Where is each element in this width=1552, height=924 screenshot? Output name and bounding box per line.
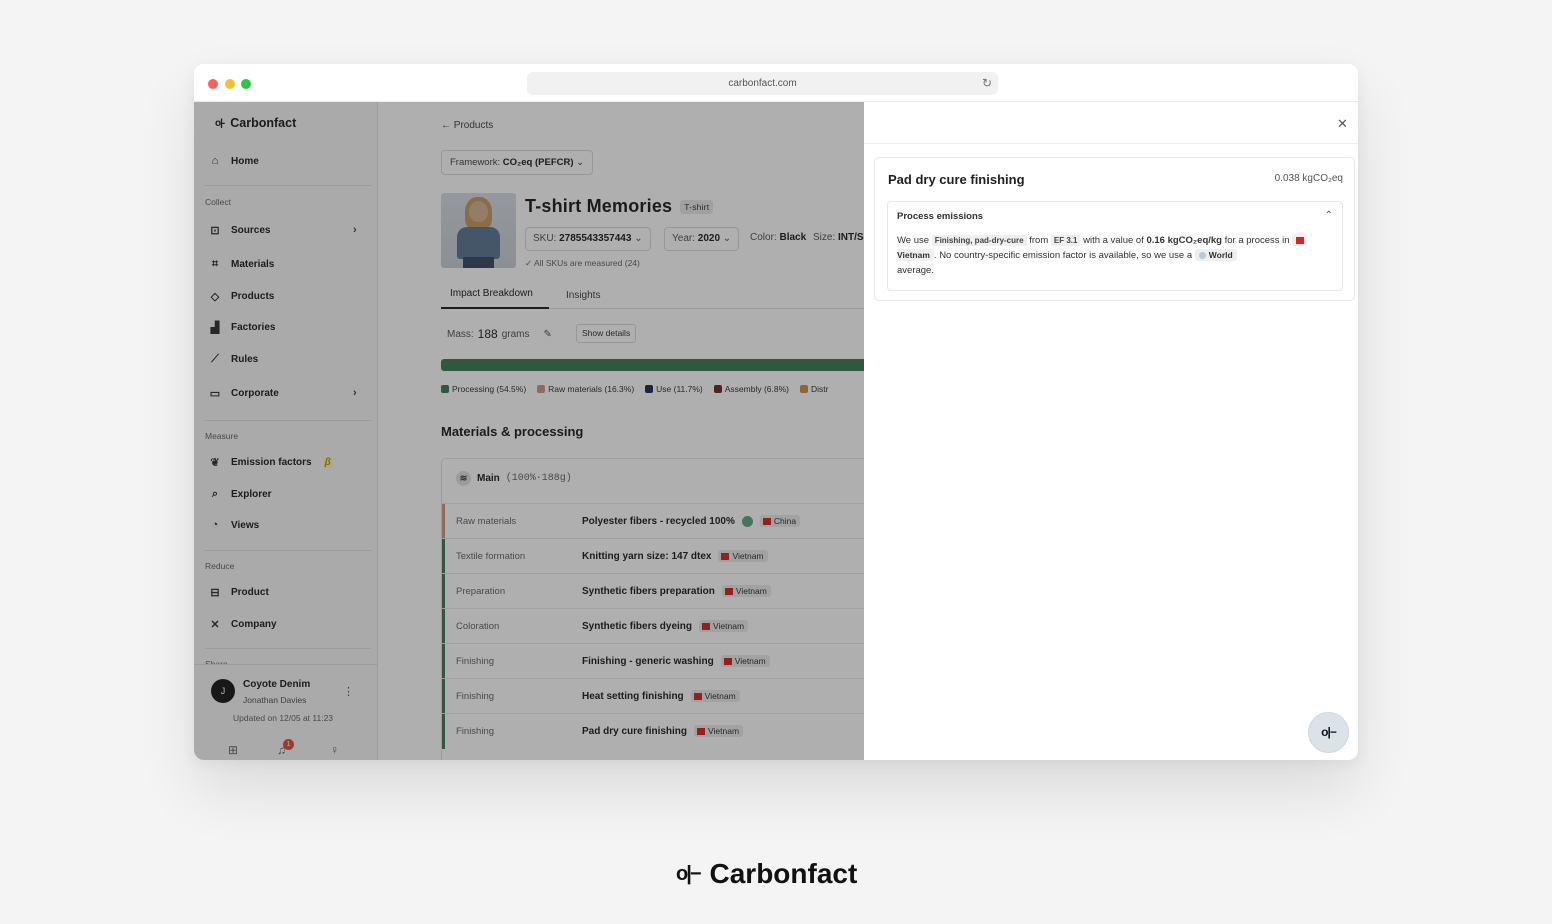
browser-titlebar: carbonfact.com ↻ <box>194 64 1358 102</box>
globe-icon <box>1198 252 1206 259</box>
emission-factor-code[interactable]: Finishing, pad-dry-cure <box>931 235 1027 246</box>
maximize-window-button[interactable] <box>241 79 251 89</box>
section-title[interactable]: Process emissions <box>897 211 983 222</box>
detail-panel: ✕ Pad dry cure finishing 0.038 kgCO₂eq P… <box>864 102 1358 760</box>
process-value: 0.038 kgCO₂eq <box>1274 173 1343 184</box>
emission-explanation: We use Finishing, pad-dry-cure from EF 3… <box>897 233 1333 278</box>
reload-icon[interactable]: ↻ <box>982 72 992 95</box>
vietnam-flag-icon <box>1296 237 1305 244</box>
close-icon[interactable]: ✕ <box>1337 116 1348 132</box>
modal-backdrop[interactable] <box>194 102 864 760</box>
app: o|- Carbonfact ⌂ Home Collect ⊡ Sources … <box>194 102 1358 760</box>
process-card: Pad dry cure finishing 0.038 kgCO₂eq Pro… <box>874 157 1355 301</box>
world-chip: World <box>1194 249 1237 261</box>
browser-window: carbonfact.com ↻ o|- Carbonfact ⌂ Home C… <box>194 64 1358 760</box>
footer-logo: o|− Carbonfact <box>676 858 858 889</box>
url-text: carbonfact.com <box>728 78 797 89</box>
database-code: EF 3.1 <box>1050 235 1081 246</box>
minimize-window-button[interactable] <box>225 79 235 89</box>
divider <box>864 143 1358 144</box>
process-title: Pad dry cure finishing <box>888 172 1025 187</box>
assistant-button[interactable]: o|− <box>1308 712 1349 753</box>
address-bar[interactable]: carbonfact.com ↻ <box>527 72 998 95</box>
chevron-up-icon[interactable]: ⌃ <box>1325 210 1333 221</box>
carbonfact-logo-icon: o|− <box>676 862 701 885</box>
process-emissions-section: Process emissions ⌃ We use Finishing, pa… <box>887 201 1343 291</box>
close-window-button[interactable] <box>208 79 218 89</box>
